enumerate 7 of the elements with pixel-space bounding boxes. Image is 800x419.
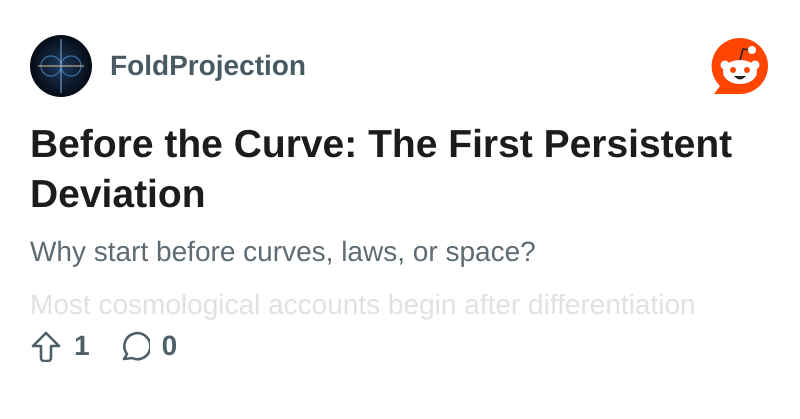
post-subtitle: Why start before curves, laws, or space? xyxy=(30,235,537,269)
upvote-count: 1 xyxy=(74,330,90,362)
post-title: Before the Curve: The First Persistent Deviation xyxy=(30,122,734,218)
author-name[interactable]: FoldProjection xyxy=(110,50,306,82)
avatar-image xyxy=(30,35,92,97)
comment-count: 0 xyxy=(162,330,178,362)
upvote-icon[interactable] xyxy=(30,330,62,362)
